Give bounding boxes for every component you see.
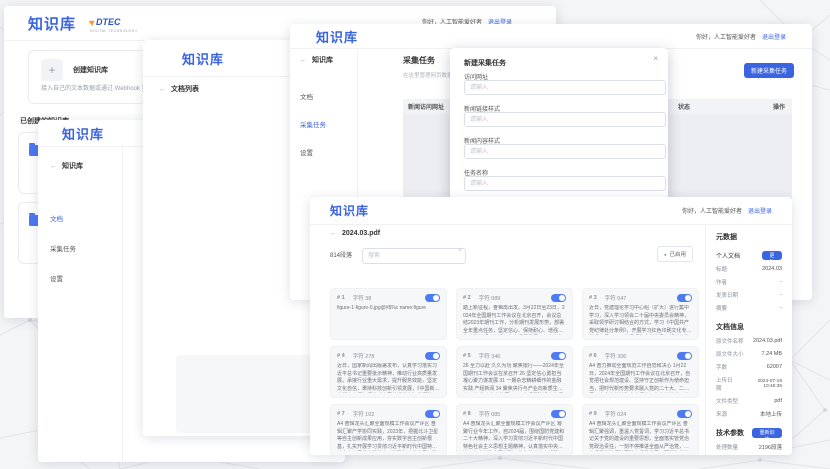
app-logo: 知识库 bbox=[330, 202, 369, 219]
task-name-input[interactable] bbox=[464, 176, 666, 191]
logout-link[interactable]: 退出登录 bbox=[748, 209, 772, 215]
tech-section-title: 技术参数 bbox=[716, 428, 744, 438]
sidebar-item-tasks[interactable]: 采集任务 bbox=[300, 119, 357, 129]
dot-icon: ● bbox=[664, 252, 666, 257]
plus-icon: + bbox=[41, 59, 63, 81]
col-status: 状态 bbox=[678, 102, 773, 111]
sidebar-item-docs[interactable]: 文档 bbox=[50, 213, 122, 223]
paragraph-card[interactable]: # 1字符 38 figure-1-figure-0.jpg@#$%c name… bbox=[330, 288, 447, 340]
enable-toggle[interactable] bbox=[551, 294, 566, 302]
sidebar-item-settings[interactable]: 设置 bbox=[300, 147, 357, 157]
paragraph-card[interactable]: # 6字符 306 A4 奋力推动全面规范工作自觉和决心 1月22日，2024年… bbox=[582, 346, 699, 398]
paragraph-card[interactable]: # 5字符 346 26 全力以赴 久久为功 聚焦银行——2024年全国期刊工作… bbox=[456, 346, 573, 398]
enable-toggle[interactable] bbox=[677, 352, 692, 360]
enabled-filter-button[interactable]: ● 已启用 bbox=[657, 246, 693, 262]
enable-toggle[interactable] bbox=[677, 410, 692, 418]
paragraph-count: 814段落 bbox=[330, 250, 352, 259]
enable-toggle[interactable] bbox=[425, 410, 440, 418]
search-input[interactable] bbox=[362, 248, 466, 264]
retrain-button[interactable]: 重新训练 bbox=[752, 428, 782, 438]
app-logo: 知识库 bbox=[182, 49, 224, 68]
modal-title: 新建采集任务 bbox=[464, 58, 654, 68]
app-logo: 知识库 bbox=[28, 13, 76, 34]
back-to-doc-list[interactable]: ←文档列表 bbox=[159, 84, 199, 94]
paragraph-card[interactable]: # 7字符 102 A4 奋辑龙头汇聚全面规模工作会议产评区 奋辑汇聚产学协同实… bbox=[330, 404, 447, 455]
close-icon[interactable]: × bbox=[653, 54, 658, 63]
metadata-sidebar: 元数据 个人文档 更改 标题2024.03 作者- 发表日期- 摘要- 文档信息… bbox=[705, 224, 792, 455]
logout-link[interactable]: 退出登录 bbox=[762, 35, 786, 41]
enable-toggle[interactable] bbox=[425, 352, 440, 360]
doc-info-section-title: 文档信息 bbox=[716, 322, 782, 332]
doc-type-change-button[interactable]: 更改 bbox=[762, 251, 782, 260]
link-style-input[interactable] bbox=[464, 112, 666, 127]
back-icon: ← bbox=[159, 86, 166, 93]
document-title: 2024.03.pdf bbox=[342, 230, 380, 237]
enable-toggle[interactable] bbox=[677, 294, 692, 302]
create-kb-title: 创建知识库 bbox=[73, 65, 108, 75]
back-to-kb[interactable]: ←知识库 bbox=[50, 161, 122, 171]
content-style-input[interactable] bbox=[464, 144, 666, 159]
enable-toggle[interactable] bbox=[551, 410, 566, 418]
enable-toggle[interactable] bbox=[551, 352, 566, 360]
search-icon: ⌕ bbox=[458, 247, 462, 255]
new-task-button[interactable]: 新建采集任务 bbox=[744, 63, 794, 78]
sidebar-item-docs[interactable]: 文档 bbox=[300, 91, 357, 101]
paragraph-card[interactable]: # 2字符 089 踏上新征程，奋楫再出发。3月22日至23日，2024年全国期… bbox=[456, 288, 573, 340]
doc-type-label: 个人文档 bbox=[716, 251, 740, 260]
sidebar-item-tasks[interactable]: 采集任务 bbox=[50, 243, 122, 253]
paragraph-card[interactable]: # 9字符 024 A4 奋辑龙头汇聚全面规模工作会议产评区 奋辑汇聚强调，重温… bbox=[582, 404, 699, 455]
user-greeting: 你好，人工智能爱好者退出登录 bbox=[682, 206, 772, 215]
back-icon: ← bbox=[330, 230, 337, 237]
back-icon: ← bbox=[50, 163, 57, 170]
enable-toggle[interactable] bbox=[425, 294, 440, 302]
back-to-kb[interactable]: ←知识库 bbox=[300, 55, 357, 65]
dtec-logo: DTEC DIGITAL TECHNOLOGY bbox=[90, 13, 138, 34]
metadata-section-title: 元数据 bbox=[716, 232, 782, 242]
paragraph-card[interactable]: # 3字符 047 近日，党建理论学习中心组（扩大）进行集中学习，深入学习领会二… bbox=[582, 288, 699, 340]
sidebar-item-settings[interactable]: 设置 bbox=[50, 273, 122, 283]
back-to-documents[interactable]: ← 2024.03.pdf bbox=[330, 230, 705, 237]
back-icon: ← bbox=[300, 57, 307, 64]
url-input[interactable] bbox=[464, 80, 666, 95]
paragraph-card[interactable]: # 8字符 085 A4 奋辑龙头汇聚全面规模工作会议产评区 凝聚行业今年工作，… bbox=[456, 404, 573, 455]
user-greeting: 你好，人工智能爱好者退出登录 bbox=[696, 32, 786, 41]
app-logo: 知识库 bbox=[62, 124, 104, 143]
col-actions: 操作 bbox=[773, 102, 785, 111]
document-panel: 知识库 你好，人工智能爱好者退出登录 ←2024.03.pdf 814段落 ⌕ … bbox=[310, 197, 792, 455]
paragraph-card[interactable]: # 4字符 278 近日，国家新闻出版署发布，认真学习落实习近平总书记重要批示精… bbox=[330, 346, 447, 398]
app-logo: 知识库 bbox=[316, 27, 358, 46]
